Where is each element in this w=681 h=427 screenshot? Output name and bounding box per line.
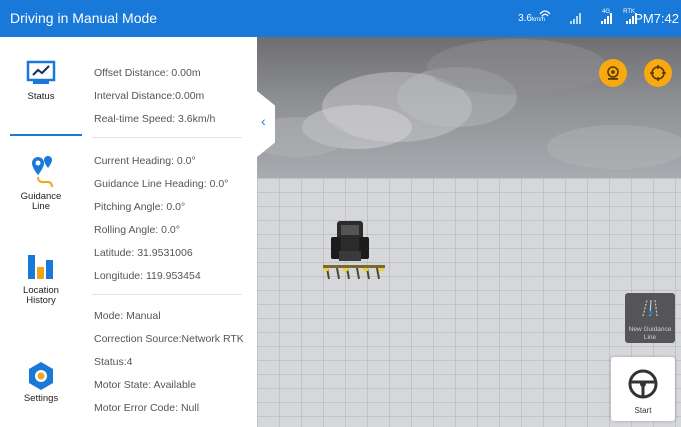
crosshair-icon	[650, 65, 666, 81]
top-bar: Driving in Manual Mode 3.6km/h 4G RTK PM…	[0, 0, 681, 37]
motor-state: Motor State: Available	[94, 379, 196, 391]
motor-error-code: Motor Error Code: Null	[94, 402, 200, 414]
wifi-icon	[539, 10, 551, 17]
settings-gear-icon	[29, 362, 53, 390]
status-code: Status:4	[94, 356, 133, 368]
nav-label-settings: Settings	[23, 393, 59, 404]
nav-item-status[interactable]: Status	[0, 59, 82, 102]
network-signal-icon	[601, 13, 612, 24]
divider	[92, 137, 242, 138]
page-title: Driving in Manual Mode	[10, 10, 158, 26]
sidebar-nav: Status Guidance Line Location History Se…	[0, 37, 82, 427]
correction-source: Correction Source:Network RTK	[94, 333, 244, 345]
location-pin-icon	[607, 66, 619, 80]
offset-distance: Offset Distance: 0.00m	[94, 67, 201, 79]
start-button[interactable]: Start	[611, 357, 675, 421]
status-chart-icon	[26, 60, 56, 84]
location-history-icon	[28, 255, 53, 279]
current-heading: Current Heading: 0.0°	[94, 155, 196, 167]
field-view[interactable]: New Guidance Line Start	[257, 37, 681, 427]
guidance-line-heading: Guidance Line Heading: 0.0°	[94, 178, 229, 190]
speed-value: 3.6	[518, 13, 532, 24]
divider	[92, 294, 242, 295]
interval-distance: Interval Distance:0.00m	[94, 90, 205, 102]
realtime-speed: Real-time Speed: 3.6km/h	[94, 113, 216, 125]
rolling-angle: Rolling Angle: 0.0°	[94, 224, 180, 236]
longitude: Longitude: 119.953454	[94, 270, 201, 282]
start-label: Start	[634, 406, 652, 415]
nav-label-status: Status	[27, 91, 55, 102]
pitching-angle: Pitching Angle: 0.0°	[94, 201, 186, 213]
mode: Mode: Manual	[94, 310, 161, 322]
new-guidance-line-icon	[642, 299, 658, 317]
guidance-line-icon	[32, 156, 53, 188]
new-guidance-line-label: New Guidance Line	[628, 326, 672, 341]
new-guidance-line-button[interactable]: New Guidance Line	[625, 293, 675, 343]
chevron-left-icon: ‹	[261, 113, 266, 129]
latitude: Latitude: 31.9531006	[94, 247, 193, 259]
nav-label-location-history: Location History	[23, 285, 59, 306]
steering-wheel-icon	[628, 369, 658, 399]
nav-item-settings[interactable]: Settings	[0, 361, 82, 404]
status-panel: Offset Distance: 0.00m Interval Distance…	[82, 37, 257, 427]
sky-background	[257, 37, 681, 178]
crosshair-button[interactable]	[644, 59, 672, 87]
clouds-icon	[257, 39, 681, 169]
signal-strength-icon	[570, 13, 581, 24]
tractor-icon	[323, 221, 385, 280]
nav-label-guidance-line: Guidance Line	[20, 191, 62, 212]
clock: PM7:42	[634, 11, 679, 26]
location-target-button[interactable]	[599, 59, 627, 87]
nav-active-indicator	[10, 134, 82, 136]
nav-item-guidance-line[interactable]: Guidance Line	[0, 153, 82, 212]
nav-item-location-history[interactable]: Location History	[0, 251, 82, 306]
